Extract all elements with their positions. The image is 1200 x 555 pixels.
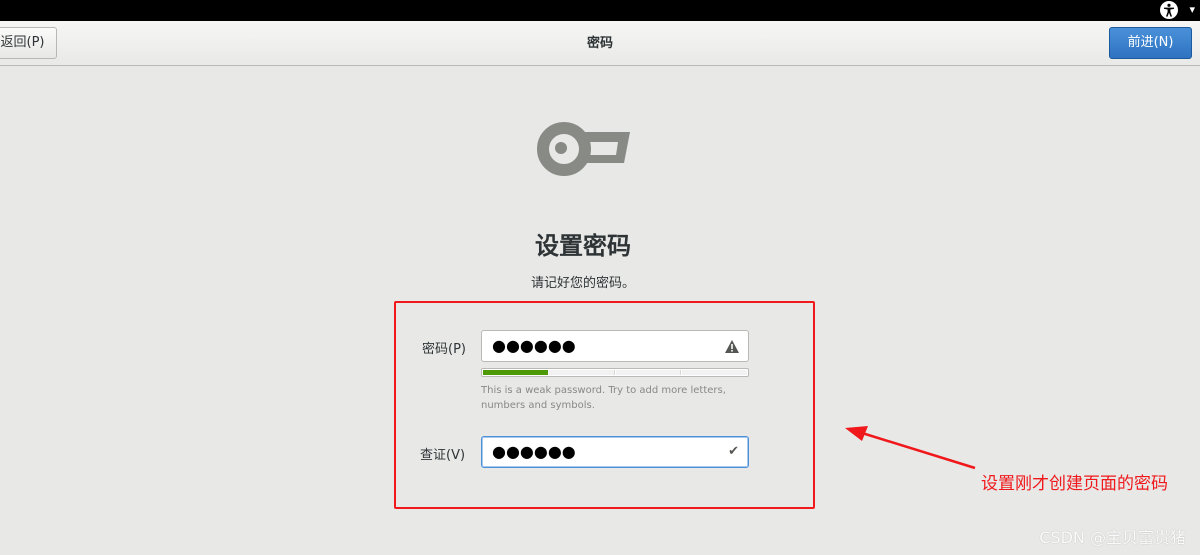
- confirm-input[interactable]: ●●●●●● ✔: [481, 436, 749, 468]
- strength-segment-4: [682, 370, 747, 375]
- strength-segment-1: [483, 370, 548, 375]
- setup-subtitle: 请记好您的密码。: [530, 276, 635, 291]
- strength-segment-3: [615, 370, 682, 375]
- key-icon: [537, 122, 630, 176]
- strength-segment-2: [548, 370, 615, 375]
- check-icon: ✔: [728, 444, 739, 459]
- password-input[interactable]: ●●●●●●: [481, 330, 749, 362]
- password-strength-meter: [481, 368, 749, 377]
- annotation-text: 设置刚才创建页面的密码: [981, 474, 1168, 494]
- page-title: 密码: [586, 36, 613, 51]
- system-menu-caret-icon[interactable]: ▾: [1189, 3, 1195, 17]
- confirm-label: 查证(V): [420, 448, 466, 463]
- watermark: CSDN @宝贝富贵猪: [1039, 528, 1186, 547]
- header-bar: 返回(P) 密码 前进(N): [0, 21, 1200, 66]
- password-hint: This is a weak password. Try to add more…: [481, 385, 726, 411]
- warning-icon: [725, 340, 739, 353]
- password-value: ●●●●●●: [492, 336, 576, 355]
- password-label: 密码(P): [422, 342, 466, 357]
- system-top-bar: ▾: [0, 0, 1200, 21]
- setup-title: 设置密码: [535, 232, 631, 260]
- next-button[interactable]: 前进(N): [1109, 27, 1192, 59]
- confirm-value: ●●●●●●: [492, 442, 576, 461]
- accessibility-icon[interactable]: [1160, 1, 1178, 19]
